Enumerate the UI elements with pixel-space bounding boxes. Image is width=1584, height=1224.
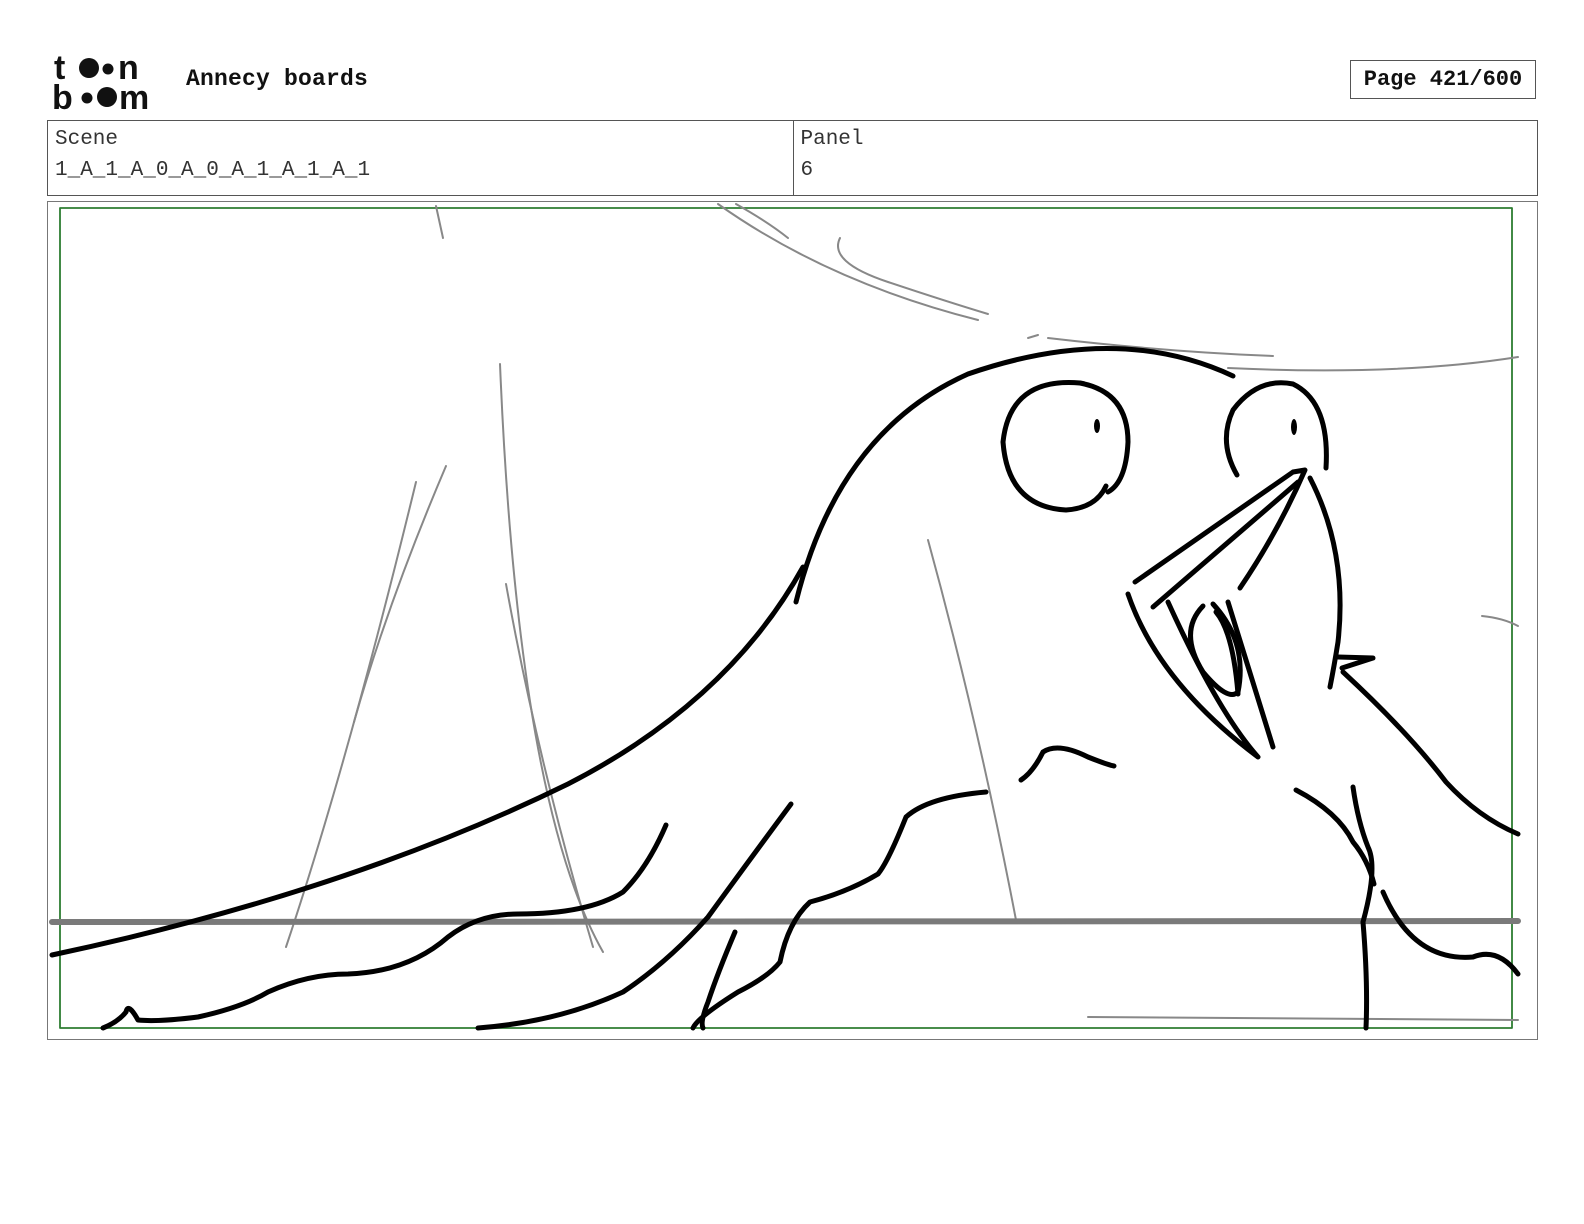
character-ink-lines bbox=[49, 346, 1521, 1031]
panel-cell: Panel 6 bbox=[792, 121, 1538, 195]
svg-text:b: b bbox=[52, 79, 73, 112]
scene-label: Scene bbox=[55, 128, 119, 151]
panel-value: 6 bbox=[800, 159, 814, 182]
storyboard-panel bbox=[47, 201, 1538, 1040]
svg-text:m: m bbox=[119, 79, 149, 112]
toonboom-logo: t n b m bbox=[52, 52, 149, 112]
scene-panel-info-table: Scene 1_A_1_A_0_A_0_A_1_A_1_A_1 Panel 6 bbox=[47, 120, 1538, 196]
sketch-construction-lines bbox=[285, 203, 1519, 1021]
horizon-line bbox=[49, 918, 1521, 925]
panel-label: Panel bbox=[800, 128, 864, 151]
safe-frame bbox=[59, 207, 1513, 1029]
project-title: Annecy boards bbox=[186, 66, 369, 92]
scene-cell: Scene 1_A_1_A_0_A_0_A_1_A_1_A_1 bbox=[48, 121, 793, 195]
page-counter: Page 421/600 bbox=[1350, 60, 1536, 99]
scene-value: 1_A_1_A_0_A_0_A_1_A_1_A_1 bbox=[55, 159, 371, 182]
panel-drawing bbox=[49, 203, 1521, 1031]
